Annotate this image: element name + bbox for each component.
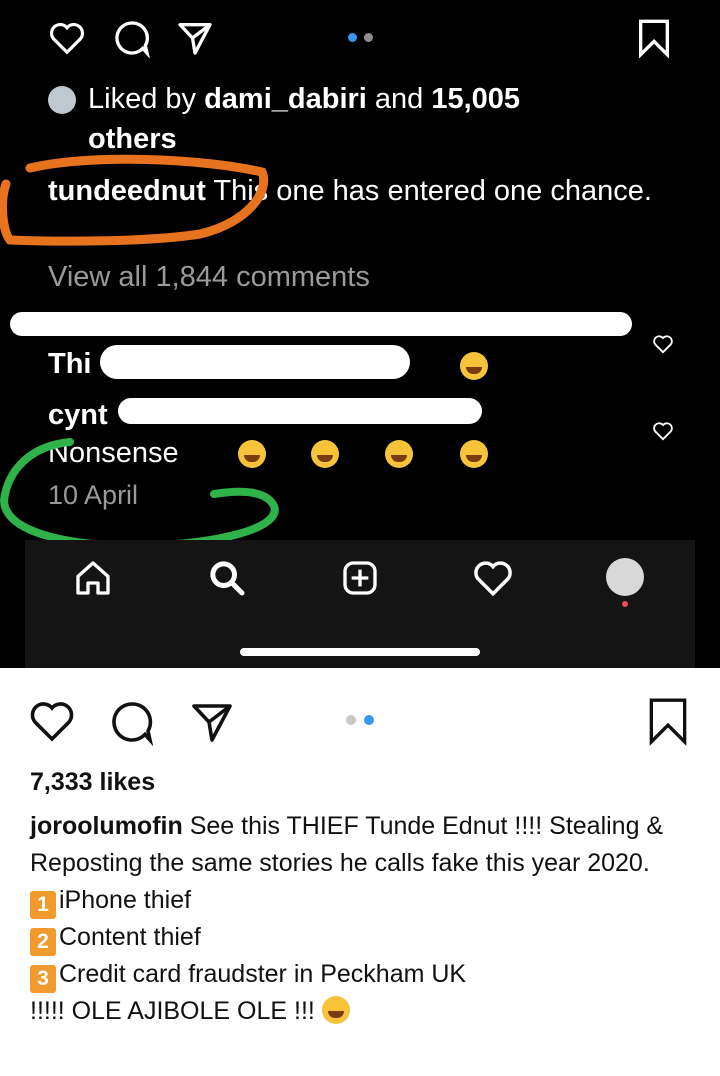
laughing-emoji-icon	[459, 440, 488, 468]
notification-dot	[622, 601, 628, 607]
caption-closing: !!!!! OLE AJIBOLE OLE !!!	[30, 993, 710, 1030]
grinning-emoji-icon	[321, 996, 350, 1024]
like-count[interactable]: 7,333 likes	[30, 768, 155, 797]
liker-avatar	[48, 86, 76, 114]
caption-item-1: 1 iPhone thief	[30, 882, 710, 919]
caption-username[interactable]: joroolumofin	[30, 812, 183, 840]
share-icon[interactable]	[175, 18, 215, 58]
share-icon[interactable]	[188, 698, 236, 746]
emoji-icon	[460, 352, 488, 380]
carousel-dot-active	[364, 715, 374, 725]
keycap-3-icon: 3	[30, 965, 56, 993]
laughing-emoji-icon	[385, 440, 414, 468]
redaction-scribble	[100, 345, 410, 379]
liked-by-line[interactable]: Liked by dami_dabiri and 15,005	[88, 78, 520, 120]
comment-partial-2: cynt	[48, 399, 108, 431]
post-caption: joroolumofin See this THIEF Tunde Ednut …	[30, 808, 710, 1030]
comment-icon[interactable]	[108, 698, 156, 746]
embedded-screenshot: Liked by dami_dabiri and 15,005 others t…	[0, 0, 720, 668]
activity-heart-icon[interactable]	[472, 558, 514, 598]
view-all-comments[interactable]: View all 1,844 comments	[48, 258, 370, 296]
heart-icon[interactable]	[28, 698, 76, 744]
comment-like-icon[interactable]	[652, 421, 674, 441]
keycap-2-icon: 2	[30, 928, 56, 956]
profile-avatar-icon[interactable]	[606, 558, 644, 596]
search-icon[interactable]	[206, 558, 248, 598]
home-icon[interactable]	[72, 558, 114, 598]
home-indicator	[240, 648, 480, 656]
heart-icon[interactable]	[48, 20, 86, 56]
carousel-dot	[364, 33, 373, 42]
caption-item-3: 3 Credit card fraudster in Peckham UK	[30, 956, 710, 993]
carousel-dot	[346, 715, 356, 725]
caption-item-2: 2 Content thief	[30, 919, 710, 956]
new-post-icon[interactable]	[340, 558, 380, 598]
carousel-dot-active	[348, 33, 357, 42]
keycap-1-icon: 1	[30, 891, 56, 919]
orange-annotation	[0, 154, 269, 246]
bookmark-icon[interactable]	[646, 696, 690, 746]
comment-partial-1: Thi	[48, 348, 92, 380]
redaction-scribble	[10, 312, 632, 336]
comment-icon[interactable]	[112, 18, 152, 58]
comment-like-icon[interactable]	[652, 334, 674, 354]
redaction-scribble	[118, 398, 482, 424]
bookmark-icon[interactable]	[636, 18, 672, 58]
laughing-emoji-icon	[310, 440, 339, 468]
